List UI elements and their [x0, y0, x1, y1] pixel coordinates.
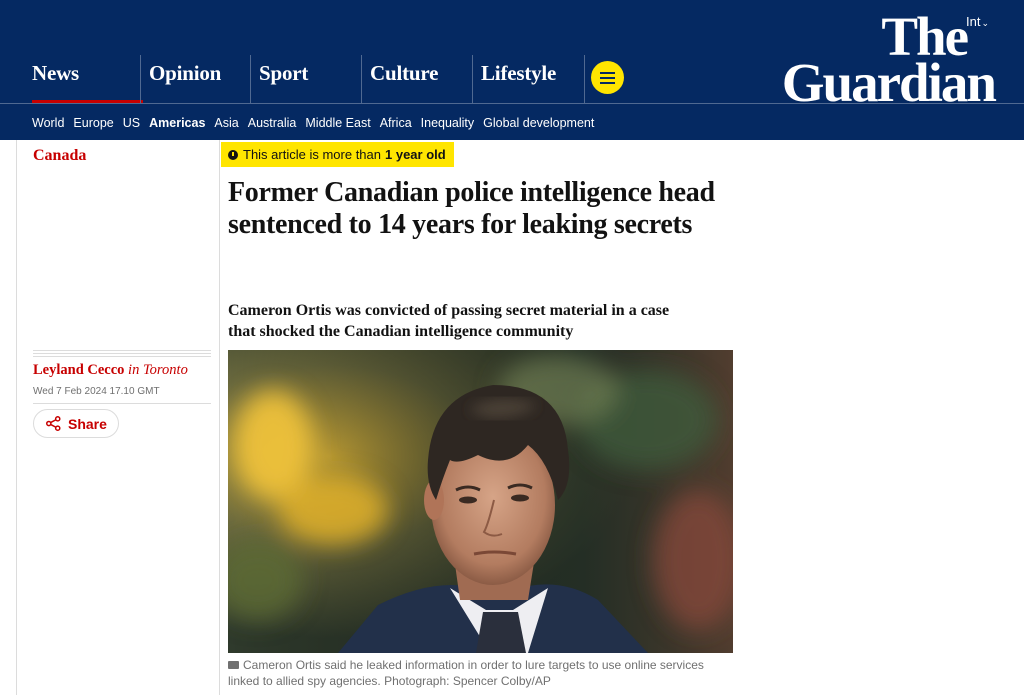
subnav-americas[interactable]: Americas [149, 116, 205, 132]
standfirst: Cameron Ortis was convicted of passing s… [228, 302, 670, 340]
menu-icon [600, 72, 615, 74]
age-notice-emphasis: 1 year old [385, 147, 446, 162]
share-label: Share [68, 415, 107, 432]
meta-divider [33, 350, 211, 359]
grid-line-meta [219, 140, 220, 695]
subnav-europe[interactable]: Europe [73, 116, 113, 132]
age-notice-prefix: This article is more than [243, 147, 381, 162]
subnav-world[interactable]: World [32, 116, 64, 132]
publish-date: Wed 7 Feb 2024 17.10 GMT [33, 386, 160, 397]
headline: Former Canadian police intelligence head… [228, 177, 715, 240]
image-caption: Cameron Ortis said he leaked information… [228, 657, 738, 689]
subnav-inequality[interactable]: Inequality [421, 116, 475, 132]
article-age-badge: This article is more than 1 year old [221, 142, 454, 167]
pillar-culture[interactable]: Culture [361, 55, 438, 103]
logo-line-2: Guardian [781, 52, 997, 113]
pillar-sport[interactable]: Sport [250, 55, 308, 103]
subnav-global-development[interactable]: Global development [483, 116, 594, 132]
pillar-divider [584, 55, 585, 103]
article-main-image[interactable] [228, 350, 733, 653]
byline: Leyland Cecco in Toronto [33, 362, 188, 379]
menu-button[interactable] [591, 61, 624, 94]
share-button[interactable]: Share [33, 409, 119, 438]
subnav-australia[interactable]: Australia [248, 116, 297, 132]
edition-switcher[interactable]: Int⌄ [966, 14, 989, 29]
edition-label: Int [966, 14, 981, 29]
subnav: World Europe US Americas Asia Australia … [32, 116, 603, 132]
grid-line-left [16, 140, 17, 695]
author-link[interactable]: Leyland Cecco [33, 362, 124, 378]
guardian-logo[interactable]: The Guardian [727, 6, 997, 113]
subnav-us[interactable]: US [123, 116, 140, 132]
clock-icon [228, 149, 238, 160]
portrait-photo [228, 350, 733, 653]
share-icon [46, 416, 61, 431]
chevron-down-icon: ⌄ [981, 18, 990, 28]
subnav-asia[interactable]: Asia [214, 116, 238, 132]
masthead: News Opinion Sport Culture Lifestyle Wor… [0, 0, 1024, 140]
pillar-news[interactable]: News [32, 55, 79, 103]
pillar-opinion[interactable]: Opinion [140, 55, 221, 103]
camera-icon [228, 661, 239, 669]
caption-text: Cameron Ortis said he leaked information… [228, 658, 704, 688]
meta-divider-2 [33, 403, 211, 404]
subnav-africa[interactable]: Africa [380, 116, 412, 132]
section-label[interactable]: Canada [33, 147, 86, 165]
pillar-lifestyle[interactable]: Lifestyle [472, 55, 556, 103]
byline-location: in Toronto [128, 362, 188, 378]
subnav-middle-east[interactable]: Middle East [305, 116, 370, 132]
